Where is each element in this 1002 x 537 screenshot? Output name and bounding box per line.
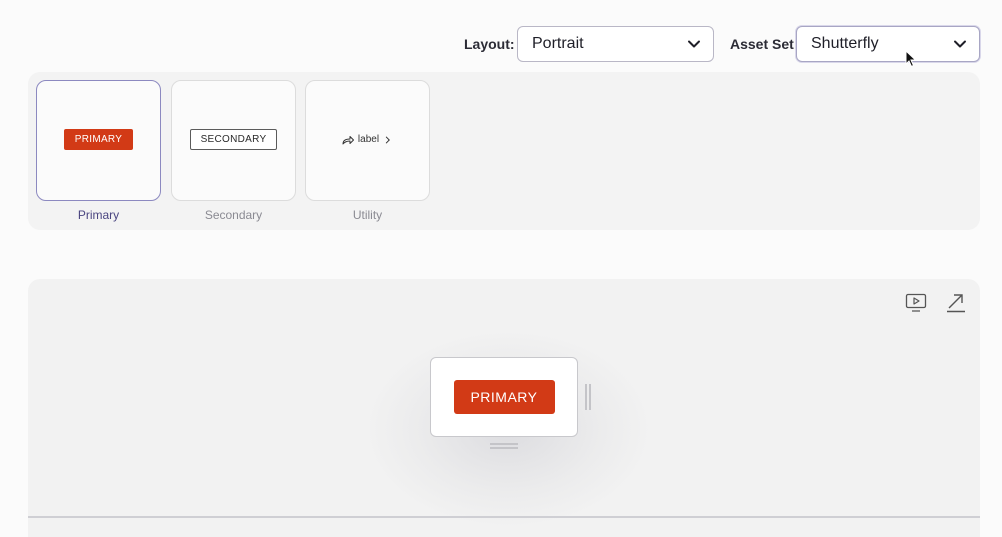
- layout-select[interactable]: Portrait: [517, 26, 714, 62]
- open-external-icon[interactable]: [945, 293, 967, 313]
- preview-frame: PRIMARY: [430, 357, 578, 437]
- variant-card-secondary[interactable]: SECONDARY: [171, 80, 296, 201]
- share-arrow-icon: [342, 135, 354, 144]
- utility-thumbnail-label: label: [357, 134, 380, 145]
- secondary-thumbnail: SECONDARY: [189, 129, 278, 150]
- layout-select-value: Portrait: [532, 35, 584, 52]
- layout-label: Layout:: [464, 36, 515, 52]
- resize-handle-horizontal[interactable]: [585, 384, 591, 410]
- variant-label-secondary: Secondary: [204, 208, 263, 222]
- mouse-cursor-icon: [905, 50, 917, 68]
- variant-label-utility: Utility: [352, 208, 383, 222]
- asset-set-label: Asset Set:: [730, 36, 799, 52]
- variant-card-primary[interactable]: PRIMARY: [36, 80, 161, 201]
- preview-panel: PRIMARY: [28, 279, 980, 537]
- chevron-down-icon: [954, 40, 966, 48]
- resize-handle-vertical[interactable]: [490, 443, 518, 449]
- play-preview-icon[interactable]: [905, 293, 927, 313]
- divider: [28, 516, 980, 518]
- chevron-down-icon: [688, 40, 700, 48]
- asset-set-select[interactable]: Shutterfly: [796, 26, 980, 62]
- variant-label-primary: Primary: [77, 208, 120, 222]
- variant-panel: PRIMARY Primary SECONDARY Secondary labe…: [28, 72, 980, 230]
- primary-preview-button[interactable]: PRIMARY: [453, 380, 555, 414]
- chevron-right-icon: [385, 136, 391, 143]
- variant-card-utility[interactable]: label: [305, 80, 430, 201]
- utility-thumbnail: label: [342, 134, 393, 145]
- asset-set-select-value: Shutterfly: [811, 35, 879, 52]
- primary-thumbnail: PRIMARY: [63, 129, 134, 150]
